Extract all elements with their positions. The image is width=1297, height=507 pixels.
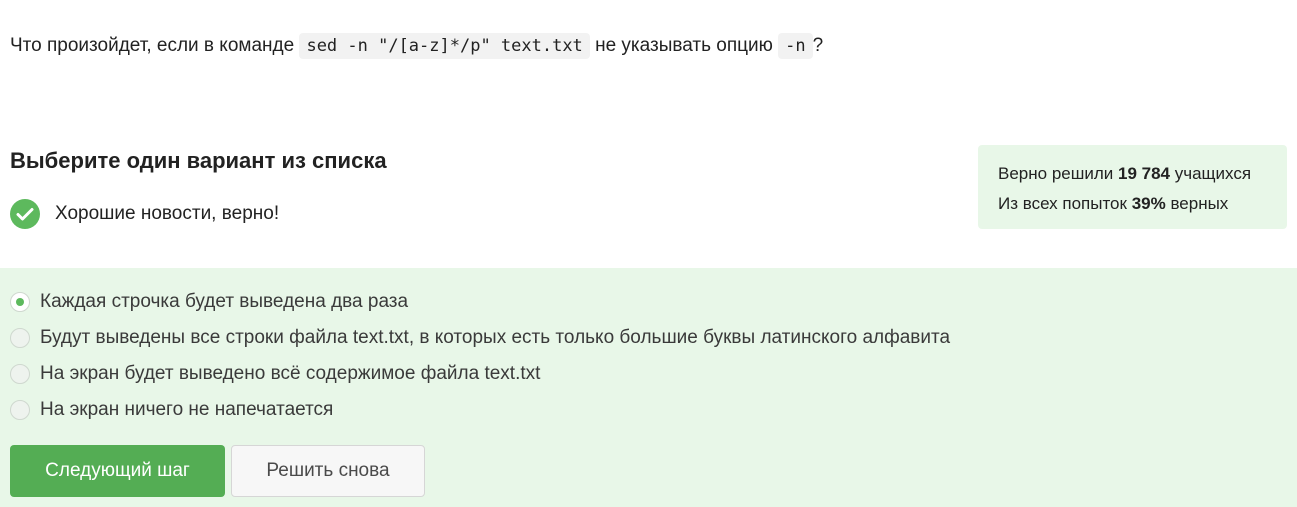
stats-attempts-percent: 39% — [1131, 194, 1166, 213]
stats-attempts-line: Из всех попыток 39% верных — [998, 189, 1267, 219]
option-item[interactable]: Каждая строчка будет выведена два раза — [10, 291, 408, 313]
option-label: На экран ничего не напечатается — [40, 399, 334, 420]
solve-stats: Верно решили 19 784 учащихся Из всех поп… — [978, 145, 1287, 229]
option-label: Каждая строчка будет выведена два раза — [40, 291, 409, 312]
option-label: На экран будет выведено всё содержимое ф… — [40, 363, 541, 384]
solve-again-button[interactable]: Решить снова — [231, 445, 425, 497]
stats-solvers-prefix: Верно решили — [998, 164, 1118, 183]
option-item[interactable]: На экран будет выведено всё содержимое ф… — [10, 363, 540, 385]
question-text: Что произойдет, если в команде sed -n "/… — [10, 30, 823, 62]
check-circle-icon — [10, 199, 40, 229]
option-item[interactable]: На экран ничего не напечатается — [10, 399, 333, 421]
next-step-button[interactable]: Следующий шаг — [10, 445, 225, 497]
radio-unselected[interactable] — [10, 400, 30, 420]
radio-selected[interactable] — [10, 292, 30, 312]
question-text-after: ? — [812, 35, 824, 56]
question-text-before: Что произойдет, если в команде — [10, 35, 300, 56]
feedback-message: Хорошие новости, верно! — [55, 203, 280, 224]
quiz-page: Что произойдет, если в команде sed -n "/… — [0, 0, 1297, 507]
stats-solvers-line: Верно решили 19 784 учащихся — [998, 159, 1267, 189]
feedback-correct: Хорошие новости, верно! — [10, 199, 279, 229]
question-text-middle: не указывать опцию — [589, 35, 779, 56]
stats-solvers-count: 19 784 — [1118, 164, 1170, 183]
radio-unselected[interactable] — [10, 328, 30, 348]
stats-attempts-prefix: Из всех попыток — [998, 194, 1132, 213]
radio-unselected[interactable] — [10, 364, 30, 384]
option-label: Будут выведены все строки файла text.txt… — [40, 327, 951, 348]
stats-attempts-suffix: верных — [1165, 194, 1229, 213]
prompt-title: Выберите один вариант из списка — [10, 148, 387, 173]
question-code-command: sed -n "/[a-z]*/p" text.txt — [299, 33, 590, 59]
options-panel: Каждая строчка будет выведена два раза Б… — [0, 268, 1297, 507]
question-code-option: -n — [778, 33, 813, 59]
stats-solvers-suffix: учащихся — [1170, 164, 1252, 183]
option-item[interactable]: Будут выведены все строки файла text.txt… — [10, 327, 950, 349]
